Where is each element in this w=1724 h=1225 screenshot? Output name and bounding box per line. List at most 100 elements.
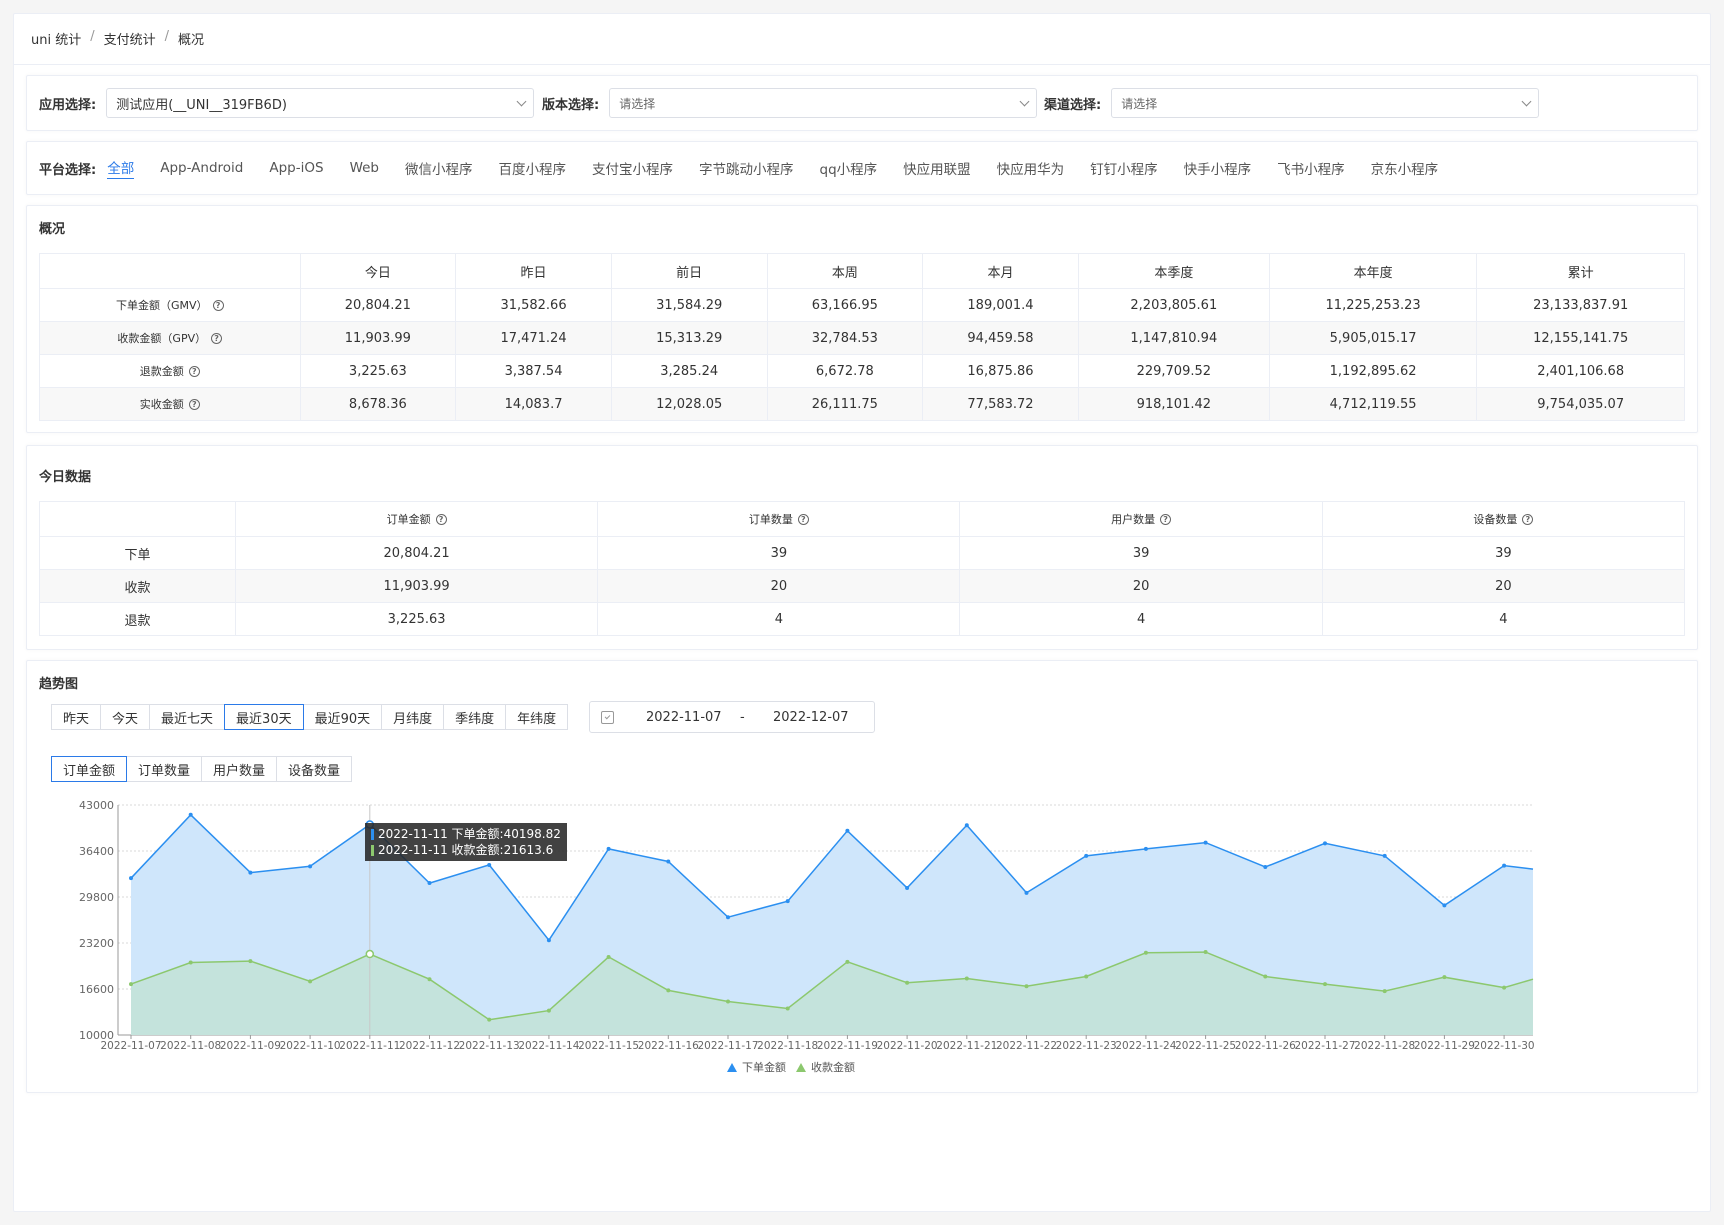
help-icon[interactable]: ? — [211, 333, 223, 344]
data-point[interactable] — [845, 828, 850, 833]
data-point[interactable] — [1502, 863, 1507, 868]
metric-button[interactable]: 用户数量 — [201, 756, 278, 782]
data-point[interactable] — [1263, 974, 1268, 979]
range-button[interactable]: 年纬度 — [505, 704, 569, 730]
platform-tab[interactable]: App-Android — [160, 160, 243, 176]
data-point[interactable] — [1323, 982, 1327, 987]
data-point[interactable] — [666, 859, 671, 864]
data-point[interactable] — [964, 823, 969, 828]
range-selector: 昨天 今天 最近七天 最近30天 最近90天 月纬度 季纬度 年纬度 — [51, 704, 569, 730]
platform-tab[interactable]: 快应用华为 — [997, 158, 1065, 178]
data-point[interactable] — [1502, 985, 1507, 990]
range-button[interactable]: 最近90天 — [302, 704, 383, 730]
data-point[interactable] — [1143, 950, 1148, 955]
data-point[interactable] — [1203, 950, 1208, 955]
platform-tab[interactable]: 京东小程序 — [1371, 158, 1439, 178]
data-point[interactable] — [129, 982, 133, 987]
data-point[interactable] — [487, 1017, 492, 1022]
data-point[interactable] — [1084, 974, 1089, 979]
platform-tab[interactable]: App-iOS — [269, 160, 323, 176]
data-point[interactable] — [1024, 984, 1029, 989]
column-header: 本周 — [766, 253, 924, 289]
metric-button[interactable]: 设备数量 — [276, 756, 353, 782]
data-point[interactable] — [308, 864, 313, 869]
y-tick-label: 36400 — [79, 845, 114, 858]
data-point[interactable] — [1203, 840, 1208, 845]
range-button[interactable]: 月纬度 — [381, 704, 445, 730]
data-point[interactable] — [785, 1006, 790, 1011]
data-point[interactable] — [546, 938, 551, 943]
help-icon[interactable]: ? — [1522, 514, 1534, 525]
platform-tab[interactable]: 飞书小程序 — [1277, 158, 1345, 178]
legend-gmv[interactable]: 下单金额 — [742, 1059, 786, 1075]
data-point[interactable] — [546, 1008, 551, 1013]
data-point[interactable] — [308, 979, 313, 984]
platform-tab[interactable]: 全部 — [107, 157, 135, 179]
platform-tab[interactable]: Web — [350, 160, 379, 176]
metric-button[interactable]: 订单金额 — [51, 756, 128, 782]
help-icon[interactable]: ? — [188, 366, 200, 377]
data-point[interactable] — [905, 980, 910, 985]
data-point[interactable] — [365, 949, 375, 959]
data-point[interactable] — [845, 959, 850, 964]
data-point[interactable] — [487, 862, 492, 867]
data-point[interactable] — [188, 960, 193, 965]
range-button[interactable]: 最近30天 — [224, 704, 304, 730]
row-label: 下单金额（GMV） — [116, 299, 208, 312]
date-end[interactable]: 2022-12-07 — [773, 710, 849, 725]
help-icon[interactable]: ? — [212, 300, 224, 311]
x-tick-label: 2022-11-08 — [160, 1040, 221, 1052]
platform-tab[interactable]: 钉钉小程序 — [1090, 158, 1158, 178]
data-point[interactable] — [1382, 853, 1387, 858]
help-icon[interactable]: ? — [797, 514, 809, 525]
date-start[interactable]: 2022-11-07 — [646, 710, 722, 725]
data-point[interactable] — [606, 954, 611, 959]
data-point[interactable] — [427, 977, 432, 982]
data-point[interactable] — [1143, 846, 1148, 851]
channel-select[interactable]: 请选择 — [1111, 88, 1540, 118]
help-icon[interactable]: ? — [435, 514, 447, 525]
data-point[interactable] — [1382, 989, 1387, 994]
range-button[interactable]: 今天 — [100, 704, 151, 730]
platform-tab[interactable]: 快手小程序 — [1184, 158, 1252, 178]
breadcrumb-item-payment[interactable]: 支付统计 — [104, 29, 156, 48]
data-point[interactable] — [1263, 865, 1268, 870]
date-range-picker[interactable]: 2022-11-07 - 2022-12-07 — [589, 701, 875, 733]
platform-tab[interactable]: 百度小程序 — [499, 158, 567, 178]
platform-tab[interactable]: 快应用联盟 — [903, 158, 971, 178]
data-point[interactable] — [905, 885, 910, 890]
data-point[interactable] — [1024, 890, 1029, 895]
data-point[interactable] — [726, 999, 730, 1004]
app-select[interactable]: 测试应用(__UNI__319FB6D) — [106, 88, 535, 118]
legend-gpv[interactable]: 收款金额 — [811, 1059, 855, 1075]
data-point[interactable] — [1442, 975, 1447, 980]
range-button[interactable]: 季纬度 — [443, 704, 507, 730]
data-point[interactable] — [248, 870, 253, 875]
data-point[interactable] — [964, 976, 969, 981]
platform-tab[interactable]: qq小程序 — [820, 158, 878, 178]
data-point[interactable] — [248, 959, 253, 964]
help-icon[interactable]: ? — [188, 399, 200, 410]
data-point[interactable] — [785, 899, 790, 904]
data-point[interactable] — [427, 881, 432, 886]
metric-button[interactable]: 订单数量 — [126, 756, 203, 782]
data-point[interactable] — [606, 846, 611, 851]
platform-tab[interactable]: 字节跳动小程序 — [699, 158, 794, 178]
table-cell: 31,582.66 — [455, 288, 612, 322]
breadcrumb-item-uni[interactable]: uni 统计 — [31, 29, 81, 48]
help-icon[interactable]: ? — [1160, 514, 1172, 525]
data-point[interactable] — [726, 915, 730, 920]
data-point[interactable] — [1442, 903, 1447, 908]
data-point[interactable] — [1084, 853, 1089, 858]
data-point[interactable] — [129, 876, 133, 881]
table-cell: 8,678.36 — [299, 387, 457, 421]
version-select[interactable]: 请选择 — [609, 88, 1038, 118]
range-button[interactable]: 昨天 — [51, 704, 102, 730]
platform-tab[interactable]: 支付宝小程序 — [592, 158, 673, 178]
data-point[interactable] — [188, 812, 193, 817]
data-point[interactable] — [1323, 841, 1327, 846]
data-point[interactable] — [666, 988, 671, 993]
range-button[interactable]: 最近七天 — [149, 704, 226, 730]
app-select-label: 应用选择: — [39, 97, 97, 113]
platform-tab[interactable]: 微信小程序 — [405, 158, 473, 178]
